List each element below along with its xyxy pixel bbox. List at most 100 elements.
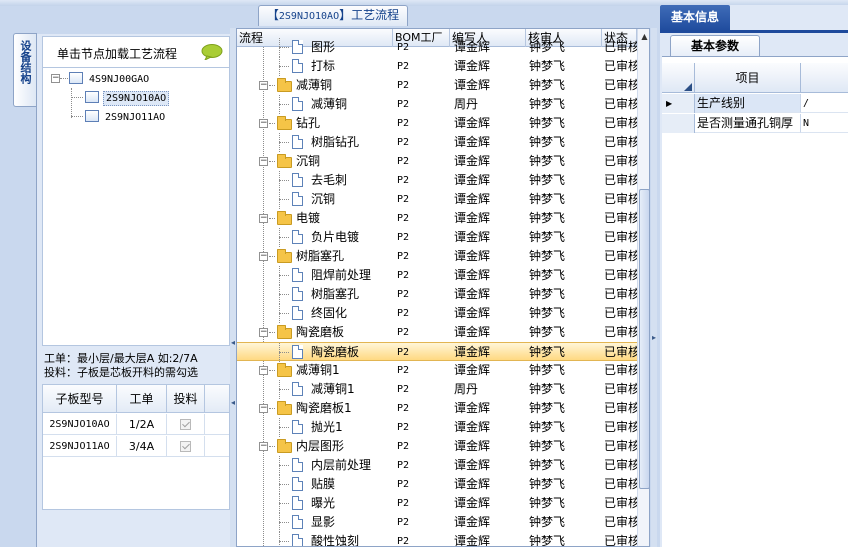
col-header-item[interactable]: 项目 <box>695 63 801 93</box>
tree-line <box>279 389 289 390</box>
table-row[interactable]: 负片电镀 P2 谭金辉 钟梦飞 已审核 <box>237 228 637 247</box>
table-row[interactable]: 打标 P2 谭金辉 钟梦飞 已审核 <box>237 57 637 76</box>
cell-writer: 谭金辉 <box>454 345 491 359</box>
col-header-model[interactable]: 子板型号 <box>43 385 117 413</box>
flow-step-label: 终固化 <box>311 306 348 320</box>
cell-bom: P2 <box>397 498 410 509</box>
cell-reviewer: 钟梦飞 <box>529 439 566 453</box>
property-grid-header: 项目 <box>662 63 848 93</box>
right-panel-title[interactable]: 基本信息 <box>660 5 730 32</box>
table-row[interactable]: 2S9NJO10AO 1/2A <box>43 414 229 435</box>
cell-status: 已审核 <box>604 515 637 529</box>
table-row[interactable]: 贴膜 P2 谭金辉 钟梦飞 已审核 <box>237 475 637 494</box>
tree-line <box>279 503 289 504</box>
cell-reviewer: 钟梦飞 <box>529 534 566 547</box>
collapse-toggle-icon[interactable]: − <box>259 404 268 413</box>
tree-line <box>279 522 289 523</box>
cell-writer: 谭金辉 <box>454 268 491 282</box>
tree-node-child[interactable]: 2S9NJO10AO <box>85 89 170 106</box>
cell-writer: 谭金辉 <box>454 173 491 187</box>
document-icon <box>292 287 303 301</box>
scroll-up-icon[interactable]: ▲ <box>638 29 649 44</box>
table-row[interactable]: 树脂钻孔 P2 谭金辉 钟梦飞 已审核 <box>237 133 637 152</box>
collapse-toggle-icon[interactable]: − <box>259 366 268 375</box>
table-row[interactable]: 2S9NJO11AO 3/4A <box>43 436 229 457</box>
table-row[interactable]: 沉铜 P2 谭金辉 钟梦飞 已审核 <box>237 190 637 209</box>
table-row[interactable]: 酸性蚀刻 P2 谭金辉 钟梦飞 已审核 <box>237 532 637 547</box>
node-icon <box>85 91 99 103</box>
table-row[interactable]: 终固化 P2 谭金辉 钟梦飞 已审核 <box>237 304 637 323</box>
sort-corner-icon[interactable] <box>662 63 695 93</box>
tree-node-child[interactable]: 2S9NJO11AO <box>85 108 167 125</box>
table-row[interactable]: − 树脂塞孔 P2 谭金辉 钟梦飞 已审核 <box>237 247 637 266</box>
table-row[interactable]: 曝光 P2 谭金辉 钟梦飞 已审核 <box>237 494 637 513</box>
scroll-thumb[interactable] <box>639 189 649 489</box>
collapse-toggle-icon[interactable]: − <box>259 214 268 223</box>
flow-step-label: 树脂塞孔 <box>296 249 345 263</box>
flow-grid-scrollbar[interactable]: ▲ <box>637 29 649 546</box>
table-row[interactable]: − 减薄铜 P2 谭金辉 钟梦飞 已审核 <box>237 76 637 95</box>
flow-step-label: 沉铜 <box>311 192 336 206</box>
document-icon <box>292 477 303 491</box>
feed-checkbox[interactable] <box>180 441 191 452</box>
cell-writer: 谭金辉 <box>454 363 491 377</box>
property-row[interactable]: 是否测量通孔铜厚 N <box>662 114 848 133</box>
current-row-arrow-icon: ▶ <box>666 99 673 108</box>
property-value[interactable]: / <box>801 94 848 113</box>
table-row[interactable]: 去毛刺 P2 谭金辉 钟梦飞 已审核 <box>237 171 637 190</box>
document-icon <box>292 40 303 54</box>
tab-equipment-structure[interactable]: 设备结构 <box>13 33 37 107</box>
table-row[interactable]: 内层前处理 P2 谭金辉 钟梦飞 已审核 <box>237 456 637 475</box>
property-row[interactable]: ▶ 生产线别 / <box>662 94 848 113</box>
table-row[interactable]: − 内层图形 P2 谭金辉 钟梦飞 已审核 <box>237 437 637 456</box>
cell-status: 已审核 <box>604 249 637 263</box>
table-row[interactable]: − 减薄铜1 P2 谭金辉 钟梦飞 已审核 <box>237 361 637 380</box>
flow-step-label: 曝光 <box>311 496 336 510</box>
cell-reviewer: 钟梦飞 <box>529 78 566 92</box>
cell-flow: 减薄铜1 <box>237 380 393 399</box>
table-row[interactable]: 图形 P2 谭金辉 钟梦飞 已审核 <box>237 38 637 57</box>
table-row[interactable]: − 电镀 P2 谭金辉 钟梦飞 已审核 <box>237 209 637 228</box>
collapse-toggle-icon[interactable]: − <box>259 328 268 337</box>
table-row[interactable]: 减薄铜 P2 周丹 钟梦飞 已审核 <box>237 95 637 114</box>
table-row[interactable]: − 陶瓷磨板1 P2 谭金辉 钟梦飞 已审核 <box>237 399 637 418</box>
product-tree: − 4S9NJ00GAO 2S9NJO10AO 2S9NJO11AO <box>42 68 230 346</box>
collapse-toggle-icon[interactable]: − <box>259 252 268 261</box>
folder-icon <box>277 211 292 225</box>
cell-reviewer: 钟梦飞 <box>529 249 566 263</box>
folder-icon <box>277 363 292 377</box>
instruction-note: 工单：最小层/最大层A 如:2/7A 投料：子板是芯板开料的需勾选 <box>44 352 232 380</box>
tab-basic-params[interactable]: 基本参数 <box>670 35 760 57</box>
property-value[interactable]: N <box>801 114 848 133</box>
cell-flow: 沉铜 <box>237 190 393 209</box>
table-row[interactable]: 树脂塞孔 P2 谭金辉 钟梦飞 已审核 <box>237 285 637 304</box>
cell-flow: − 电镀 <box>237 209 393 228</box>
feed-checkbox[interactable] <box>180 419 191 430</box>
table-row[interactable]: 抛光1 P2 谭金辉 钟梦飞 已审核 <box>237 418 637 437</box>
col-header-feed[interactable]: 投料 <box>167 385 205 413</box>
document-icon <box>292 59 303 73</box>
cell-bom: P2 <box>397 460 410 471</box>
collapse-toggle-icon[interactable]: − <box>259 119 268 128</box>
table-row[interactable]: − 沉铜 P2 谭金辉 钟梦飞 已审核 <box>237 152 637 171</box>
table-row[interactable]: 显影 P2 谭金辉 钟梦飞 已审核 <box>237 513 637 532</box>
tree-node-root[interactable]: 4S9NJ00GAO <box>69 70 151 87</box>
cell-writer: 谭金辉 <box>454 477 491 491</box>
table-row[interactable]: 减薄铜1 P2 周丹 钟梦飞 已审核 <box>237 380 637 399</box>
tree-collapse-toggle[interactable]: − <box>51 74 60 83</box>
table-row[interactable]: − 陶瓷磨板 P2 谭金辉 钟梦飞 已审核 <box>237 323 637 342</box>
table-row[interactable]: − 钻孔 P2 谭金辉 钟梦飞 已审核 <box>237 114 637 133</box>
collapse-toggle-icon[interactable]: − <box>259 157 268 166</box>
right-splitter[interactable]: ▸ <box>651 28 657 547</box>
tree-line <box>279 142 289 143</box>
cell-bom: P2 <box>397 308 410 319</box>
table-row[interactable]: 阻焊前处理 P2 谭金辉 钟梦飞 已审核 <box>237 266 637 285</box>
collapse-toggle-icon[interactable]: − <box>259 442 268 451</box>
col-header-order[interactable]: 工单 <box>117 385 167 413</box>
flow-step-label: 陶瓷磨板1 <box>296 401 352 415</box>
cell-writer: 谭金辉 <box>454 515 491 529</box>
collapse-toggle-icon[interactable]: − <box>259 81 268 90</box>
cell-bom: P2 <box>397 289 410 300</box>
tree-line <box>269 123 275 124</box>
table-row[interactable]: 陶瓷磨板 P2 谭金辉 钟梦飞 已审核 <box>237 342 637 362</box>
